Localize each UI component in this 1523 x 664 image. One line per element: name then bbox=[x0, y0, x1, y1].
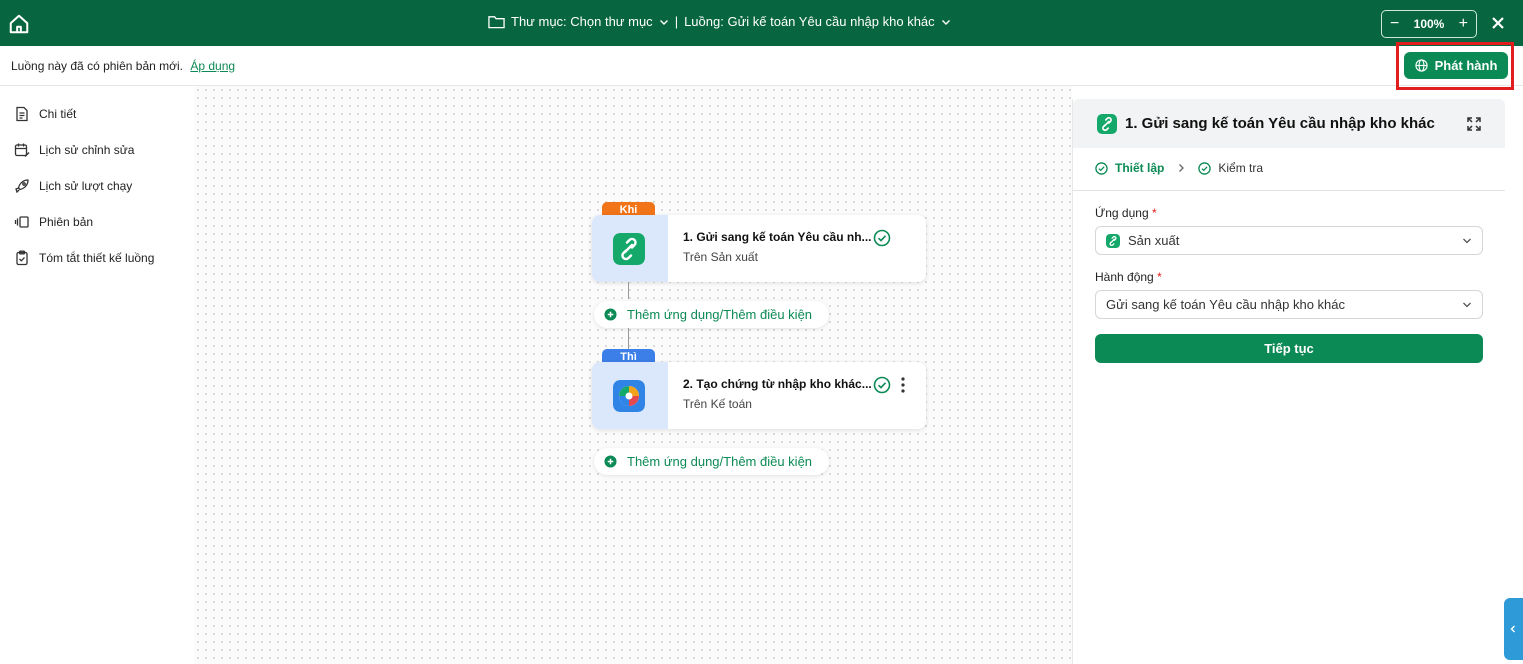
app-select[interactable]: Sản xuất bbox=[1095, 226, 1483, 255]
calendar-edit-icon bbox=[14, 143, 30, 157]
required-mark: * bbox=[1151, 206, 1157, 220]
node-title: 2. Tạo chứng từ nhập kho khác... bbox=[683, 377, 872, 391]
home-icon[interactable] bbox=[8, 13, 30, 35]
node-title: 1. Gửi sang kế toán Yêu cầu nh... bbox=[683, 230, 872, 244]
sidebar-item-run-history[interactable]: Lịch sử lượt chạy bbox=[14, 178, 132, 194]
san-xuat-app-icon bbox=[1106, 233, 1120, 248]
app-field-label: Ứng dụng * bbox=[1095, 206, 1157, 220]
sidebar-item-flow-summary[interactable]: Tóm tắt thiết kế luồng bbox=[14, 250, 154, 266]
zoom-in-button[interactable]: + bbox=[1459, 16, 1468, 32]
zoom-control: − 100% + bbox=[1381, 10, 1477, 38]
sidebar-item-versions[interactable]: Phiên bản bbox=[14, 214, 93, 230]
add-step-button[interactable]: Thêm ứng dụng/Thêm điều kiện bbox=[594, 301, 829, 328]
sidebar-item-edit-history[interactable]: Lịch sử chỉnh sửa bbox=[14, 142, 134, 158]
chevron-down-icon bbox=[1463, 302, 1471, 308]
add-step-button[interactable]: Thêm ứng dụng/Thêm điều kiện bbox=[594, 448, 829, 475]
sidebar-item-label: Lịch sử lượt chạy bbox=[39, 179, 133, 193]
tab-setup[interactable]: Thiết lập bbox=[1115, 161, 1164, 175]
app-label-text: Ứng dụng bbox=[1095, 206, 1149, 220]
connector-line bbox=[628, 328, 629, 349]
action-label-text: Hành động bbox=[1095, 270, 1154, 284]
plus-circle-icon bbox=[604, 308, 617, 321]
new-version-notice: Luồng này đã có phiên bản mới. Áp dụng bbox=[11, 59, 235, 73]
step-config-panel: 1. Gửi sang kế toán Yêu cầu nhập kho khá… bbox=[1072, 99, 1505, 664]
publish-label: Phát hành bbox=[1434, 58, 1498, 73]
panel-collapse-tab[interactable] bbox=[1504, 598, 1523, 660]
continue-button[interactable]: Tiếp tục bbox=[1095, 334, 1483, 363]
rocket-icon bbox=[15, 179, 29, 194]
sidebar: Chi tiết Lịch sử chỉnh sửa Lịch sử lượt … bbox=[0, 86, 194, 664]
action-select-value: Gửi sang kế toán Yêu cầu nhập kho khác bbox=[1106, 297, 1346, 312]
chevron-down-icon[interactable] bbox=[941, 17, 951, 27]
document-icon bbox=[16, 106, 28, 122]
top-bar: Thư mục: Chọn thư mục | Luồng: Gửi kế to… bbox=[0, 0, 1523, 46]
node-icon-zone bbox=[592, 362, 668, 429]
breadcrumb-separator: | bbox=[674, 14, 679, 29]
san-xuat-app-icon bbox=[1097, 114, 1117, 134]
check-circle-icon bbox=[1198, 161, 1212, 175]
flow-node-action[interactable]: 2. Tạo chứng từ nhập kho khác... Trên Kế… bbox=[592, 362, 926, 429]
chevron-down-icon bbox=[1463, 238, 1471, 244]
action-field-label: Hành động * bbox=[1095, 270, 1162, 284]
sidebar-item-label: Tóm tắt thiết kế luồng bbox=[39, 251, 155, 265]
chevron-down-icon[interactable] bbox=[659, 17, 669, 27]
more-vertical-icon[interactable] bbox=[900, 376, 906, 394]
panel-header: 1. Gửi sang kế toán Yêu cầu nhập kho khá… bbox=[1073, 99, 1505, 148]
tab-test[interactable]: Kiểm tra bbox=[1218, 161, 1263, 175]
san-xuat-app-icon bbox=[613, 233, 645, 265]
versions-icon bbox=[14, 216, 29, 228]
ke-toan-app-icon bbox=[613, 380, 645, 412]
step-tabs: Thiết lập Kiểm tra bbox=[1095, 161, 1263, 175]
folder-icon bbox=[488, 16, 505, 29]
publish-button[interactable]: Phát hành bbox=[1404, 52, 1508, 79]
sidebar-item-label: Chi tiết bbox=[39, 107, 77, 121]
check-circle-icon bbox=[1095, 161, 1108, 175]
panel-title: 1. Gửi sang kế toán Yêu cầu nhập kho khá… bbox=[1125, 115, 1435, 132]
notice-text: Luồng này đã có phiên bản mới. bbox=[11, 59, 183, 73]
plus-circle-icon bbox=[604, 455, 617, 468]
add-step-label: Thêm ứng dụng/Thêm điều kiện bbox=[627, 454, 813, 469]
sidebar-item-label: Lịch sử chỉnh sửa bbox=[39, 143, 135, 157]
action-select[interactable]: Gửi sang kế toán Yêu cầu nhập kho khác bbox=[1095, 290, 1483, 319]
sidebar-item-details[interactable]: Chi tiết bbox=[14, 106, 76, 122]
check-circle-icon bbox=[873, 376, 891, 394]
node-subtitle: Trên Kế toán bbox=[683, 397, 752, 411]
node-subtitle: Trên Sản xuất bbox=[683, 250, 758, 264]
zoom-level: 100% bbox=[1413, 17, 1445, 31]
chevron-right-icon bbox=[1179, 164, 1185, 172]
connector-line bbox=[628, 282, 629, 299]
folder-selector[interactable]: Thư mục: Chọn thư mục bbox=[511, 14, 653, 29]
sidebar-item-label: Phiên bản bbox=[39, 215, 94, 229]
node-icon-zone bbox=[592, 215, 668, 282]
app-select-value: Sản xuất bbox=[1128, 233, 1180, 248]
check-circle-icon bbox=[873, 229, 891, 247]
zoom-out-button[interactable]: − bbox=[1390, 16, 1399, 32]
add-step-label: Thêm ứng dụng/Thêm điều kiện bbox=[627, 307, 813, 322]
chevron-left-icon bbox=[1510, 625, 1515, 633]
breadcrumb: Thư mục: Chọn thư mục | Luồng: Gửi kế to… bbox=[488, 14, 951, 29]
expand-icon[interactable] bbox=[1466, 116, 1482, 132]
flow-selector[interactable]: Luồng: Gửi kế toán Yêu cầu nhập kho khác bbox=[684, 14, 935, 29]
notice-bar: Luồng này đã có phiên bản mới. Áp dụng bbox=[0, 46, 1523, 86]
clipboard-icon bbox=[16, 250, 28, 266]
globe-icon bbox=[1414, 59, 1428, 72]
required-mark: * bbox=[1157, 270, 1162, 284]
close-icon[interactable] bbox=[1490, 15, 1506, 31]
apply-link[interactable]: Áp dụng bbox=[190, 59, 235, 73]
divider bbox=[1073, 190, 1505, 191]
flow-node-trigger[interactable]: 1. Gửi sang kế toán Yêu cầu nh... Trên S… bbox=[592, 215, 926, 282]
